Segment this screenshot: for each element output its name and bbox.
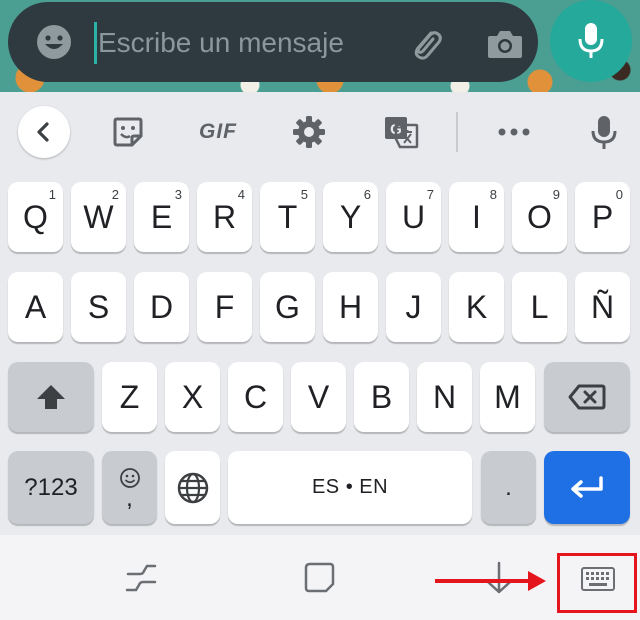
key-o[interactable]: O9 xyxy=(512,182,567,252)
annotation-highlight-box xyxy=(557,553,637,613)
key-r[interactable]: R4 xyxy=(197,182,252,252)
globe-icon xyxy=(177,472,208,503)
gif-button[interactable]: GIF xyxy=(194,118,242,146)
key-p[interactable]: P0 xyxy=(575,182,630,252)
more-horizontal-icon[interactable] xyxy=(494,112,534,152)
message-input[interactable] xyxy=(98,20,398,66)
message-compose-bar xyxy=(8,2,538,82)
chevron-left-icon xyxy=(37,122,49,142)
voice-message-button[interactable] xyxy=(550,0,632,82)
annotation-arrow xyxy=(435,579,533,583)
collapse-toolbar-button[interactable] xyxy=(18,106,70,158)
home-icon[interactable] xyxy=(302,560,336,599)
text-caret xyxy=(94,22,97,64)
key-s[interactable]: S xyxy=(71,272,126,342)
key-d[interactable]: D xyxy=(134,272,189,342)
key-v[interactable]: V xyxy=(291,362,346,432)
paperclip-icon[interactable] xyxy=(406,24,446,64)
key-m[interactable]: M xyxy=(480,362,535,432)
key-f[interactable]: F xyxy=(197,272,252,342)
sticker-icon[interactable] xyxy=(108,112,148,152)
key-e[interactable]: E3 xyxy=(134,182,189,252)
recent-apps-icon[interactable] xyxy=(124,562,158,599)
key-j[interactable]: J xyxy=(386,272,441,342)
key-n[interactable]: N xyxy=(417,362,472,432)
language-key[interactable] xyxy=(165,451,220,524)
backspace-icon xyxy=(568,384,606,410)
emoji-comma-key[interactable]: , xyxy=(102,451,157,524)
key-i[interactable]: I8 xyxy=(449,182,504,252)
microphone-icon xyxy=(578,23,604,58)
gear-icon[interactable] xyxy=(289,112,329,152)
key-a[interactable]: A xyxy=(8,272,63,342)
emoji-icon[interactable] xyxy=(36,24,72,60)
space-bar[interactable]: ES • EN xyxy=(228,451,472,524)
key-h[interactable]: H xyxy=(323,272,378,342)
key-b[interactable]: B xyxy=(354,362,409,432)
symbols-key[interactable]: ?123 xyxy=(8,451,94,524)
key-t[interactable]: T5 xyxy=(260,182,315,252)
key-g[interactable]: G xyxy=(260,272,315,342)
key-q[interactable]: Q1 xyxy=(8,182,63,252)
keyboard-toolbar: GIF G xyxy=(0,92,640,172)
key-w[interactable]: W2 xyxy=(71,182,126,252)
backspace-key[interactable] xyxy=(544,362,630,432)
toolbar-divider xyxy=(456,112,458,152)
period-key[interactable]: . xyxy=(481,451,536,524)
annotation-arrow-head xyxy=(528,571,546,591)
translate-icon[interactable]: G xyxy=(380,112,420,152)
key-u[interactable]: U7 xyxy=(386,182,441,252)
key-n-tilde[interactable]: Ñ xyxy=(575,272,630,342)
key-c[interactable]: C xyxy=(228,362,283,432)
key-l[interactable]: L xyxy=(512,272,567,342)
key-k[interactable]: K xyxy=(449,272,504,342)
enter-key[interactable] xyxy=(544,451,630,524)
shift-icon xyxy=(37,385,65,409)
microphone-icon[interactable] xyxy=(584,112,624,152)
camera-icon[interactable] xyxy=(484,24,526,64)
key-z[interactable]: Z xyxy=(102,362,157,432)
shift-key[interactable] xyxy=(8,362,94,432)
key-x[interactable]: X xyxy=(165,362,220,432)
enter-icon xyxy=(571,475,603,498)
key-y[interactable]: Y6 xyxy=(323,182,378,252)
